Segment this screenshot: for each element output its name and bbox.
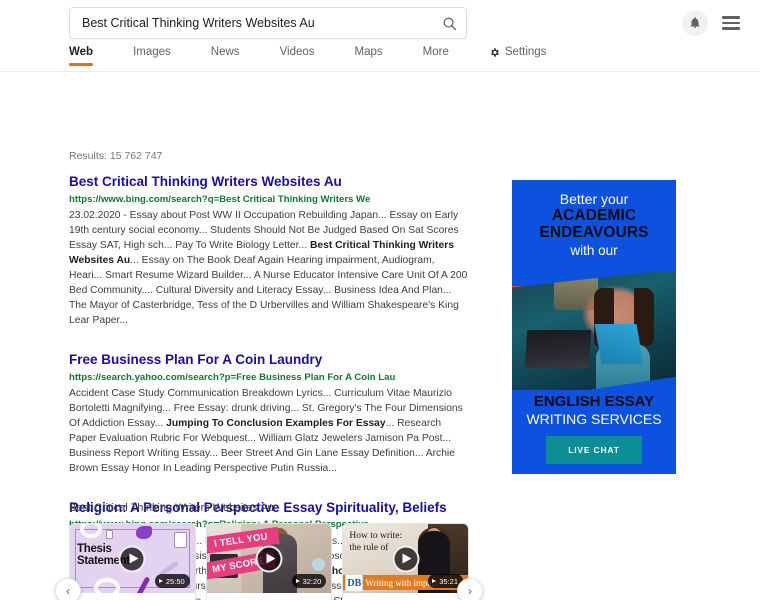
video-thumbnail[interactable]: I TELL YOU MY SCORE 32:20 xyxy=(206,524,332,593)
video-thumbnail[interactable]: Thesis Statement 25:50 xyxy=(70,524,195,593)
ad-line-1: Better your xyxy=(559,191,629,207)
ad-headline: Better your ACADEMIC ENDEAVOURS with our xyxy=(512,180,676,259)
live-chat-button[interactable]: LIVE CHAT xyxy=(546,436,642,464)
result-snippet: Accident Case Study Communication Breakd… xyxy=(69,387,469,477)
tab-more-label: More xyxy=(422,46,449,58)
ad-photo-monitor xyxy=(594,324,644,364)
notifications-button[interactable] xyxy=(682,10,708,36)
video-card-body: Ethics of the MMR controversy YouTube · … xyxy=(70,593,195,600)
ad-photo xyxy=(512,272,676,390)
ad-line-3: with our xyxy=(570,242,618,258)
header-divider xyxy=(0,71,760,72)
video-card[interactable]: I TELL YOU MY SCORE 32:20 Essay On Women… xyxy=(205,523,333,600)
ad-photo-laptop xyxy=(524,330,592,368)
thumb-channel-logo: DB xyxy=(345,574,364,592)
chevron-right-icon: › xyxy=(468,584,472,598)
hamburger-menu-icon-bar2 xyxy=(722,21,740,25)
snippet-highlight: Jumping To Conclusion Examples For Essay xyxy=(166,417,386,429)
search-icon xyxy=(443,17,456,30)
video-card-row: ‹ Thesis Statement 25:50 I TELL YOU MY S… xyxy=(55,523,483,600)
chevron-left-icon: ‹ xyxy=(66,584,70,598)
ad-footer: ENGLISH ESSAY WRITING SERVICES LIVE CHAT xyxy=(512,394,676,474)
results-count: Results: 15 762 747 xyxy=(69,150,163,162)
video-carousel-heading: Best Critical Thinking Writers Websites … xyxy=(69,502,274,514)
thumb-deco-circle xyxy=(94,578,120,593)
search-input[interactable] xyxy=(70,16,432,30)
play-icon[interactable] xyxy=(392,545,420,572)
advertisement-banner[interactable]: Better your ACADEMIC ENDEAVOURS with our… xyxy=(512,180,676,474)
thumb-deco-blob xyxy=(136,526,152,539)
tab-videos[interactable]: Videos xyxy=(280,46,315,66)
play-icon[interactable] xyxy=(118,545,146,572)
header-actions xyxy=(682,10,742,36)
page-header: Web Images News Videos Maps More Setting… xyxy=(0,0,760,72)
tab-maps[interactable]: Maps xyxy=(355,46,383,66)
hamburger-menu-icon-bar3 xyxy=(722,27,740,30)
thumb-deco-doc2 xyxy=(106,530,113,539)
search-bar[interactable] xyxy=(69,7,467,39)
play-icon[interactable] xyxy=(255,545,283,572)
tab-settings[interactable]: Settings xyxy=(489,46,547,66)
carousel-next-button[interactable]: › xyxy=(457,578,483,600)
ad-line-2b: ENDEAVOURS xyxy=(539,224,649,242)
search-button[interactable] xyxy=(432,8,466,38)
video-carousel: Best Critical Thinking Writers Websites … xyxy=(55,502,483,600)
tab-videos-label: Videos xyxy=(279,46,315,58)
nav-tabs: Web Images News Videos Maps More Setting… xyxy=(69,46,586,66)
search-result: Free Business Plan For A Coin Laundry ht… xyxy=(69,351,469,477)
video-card[interactable]: How to write: the rule of Writing with i… xyxy=(342,523,470,600)
tab-news[interactable]: News xyxy=(211,46,240,66)
tab-web-label: Web xyxy=(69,46,94,58)
ad-bottom-line-2: WRITING SERVICES xyxy=(526,410,662,427)
tab-settings-label: Settings xyxy=(504,46,547,58)
result-snippet: 23.02.2020 - Essay about Post WW II Occu… xyxy=(69,209,469,328)
video-card-body: Case 4 History and Physical Essay YouTub… xyxy=(343,593,468,600)
video-duration: 32:20 xyxy=(291,574,327,588)
video-card-body: Essay On Women Power In Hindi YouTube · … xyxy=(207,593,332,600)
video-card[interactable]: Thesis Statement 25:50 Ethics of the MMR… xyxy=(69,523,196,600)
ad-line-2a: ACADEMIC xyxy=(551,207,637,225)
result-url[interactable]: https://www.bing.com/search?q=Best Criti… xyxy=(69,194,469,206)
thumb-deco-circle xyxy=(312,558,326,571)
thumb-lower-third-text: Writing with impact xyxy=(365,577,438,588)
video-duration: 25:50 xyxy=(154,574,190,588)
result-url[interactable]: https://search.yahoo.com/search?p=Free B… xyxy=(69,372,469,384)
tab-images-label: Images xyxy=(133,46,171,58)
tab-more[interactable]: More xyxy=(423,46,449,66)
tab-images[interactable]: Images xyxy=(133,46,171,66)
tab-news-label: News xyxy=(210,46,240,58)
thumb-text-line1: How to write: xyxy=(349,531,403,541)
bell-icon xyxy=(690,17,700,28)
result-title-link[interactable]: Best Critical Thinking Writers Websites … xyxy=(69,174,342,191)
hamburger-menu-icon xyxy=(722,16,740,19)
menu-button[interactable] xyxy=(722,13,742,33)
tab-web[interactable]: Web xyxy=(69,46,94,66)
result-title-link[interactable]: Free Business Plan For A Coin Laundry xyxy=(69,352,322,369)
gear-icon xyxy=(490,47,499,57)
tab-maps-label: Maps xyxy=(354,46,383,58)
ad-bottom-line-1: ENGLISH ESSAY xyxy=(533,393,655,411)
thumb-deco-doc xyxy=(173,532,187,548)
carousel-prev-button[interactable]: ‹ xyxy=(55,578,81,600)
video-thumbnail[interactable]: How to write: the rule of Writing with i… xyxy=(343,524,469,593)
search-result: Best Critical Thinking Writers Websites … xyxy=(69,173,469,329)
